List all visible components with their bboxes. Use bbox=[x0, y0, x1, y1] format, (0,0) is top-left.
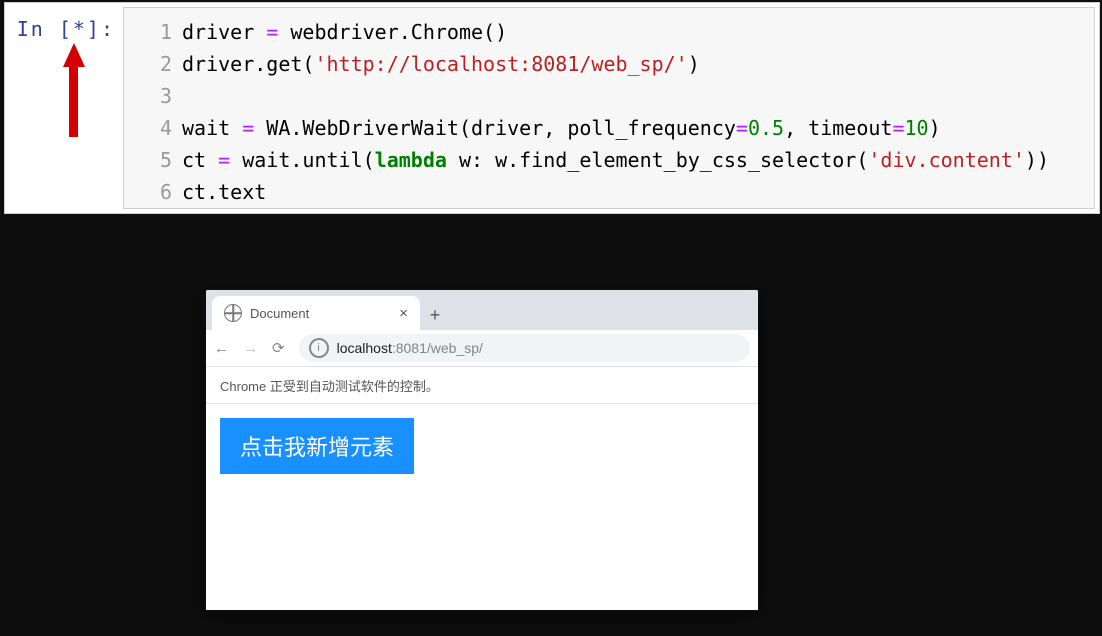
url-path: /web_sp/ bbox=[427, 340, 483, 356]
page-content: 点击我新增元素 bbox=[206, 404, 758, 488]
tab-title: Document bbox=[250, 306, 391, 321]
url-host: localhost bbox=[337, 340, 392, 356]
line-number: 4 bbox=[124, 112, 172, 144]
line-number: 6 bbox=[124, 176, 172, 208]
jupyter-code-cell: In [*]: 1 2 3 4 5 6 driver = webdriver.C… bbox=[4, 2, 1100, 214]
back-button[interactable]: ← bbox=[214, 340, 229, 357]
forward-button[interactable]: → bbox=[243, 340, 258, 357]
line-number: 2 bbox=[124, 48, 172, 80]
line-number-gutter: 1 2 3 4 5 6 bbox=[124, 8, 182, 208]
browser-toolbar: ← → ⟳ i localhost:8081/web_sp/ bbox=[206, 330, 758, 367]
browser-tab[interactable]: Document × bbox=[212, 296, 420, 330]
new-tab-button[interactable]: + bbox=[420, 300, 450, 330]
close-tab-button[interactable]: × bbox=[399, 305, 408, 322]
chrome-browser-window: Document × + ← → ⟳ i localhost:8081/web_… bbox=[206, 290, 758, 610]
line-number: 5 bbox=[124, 144, 172, 176]
cell-prompt: In [*]: bbox=[5, 3, 115, 41]
line-number: 3 bbox=[124, 80, 172, 112]
prompt-text: In [*]: bbox=[17, 17, 115, 41]
add-element-button[interactable]: 点击我新增元素 bbox=[220, 418, 414, 474]
automation-infobar: Chrome 正受到自动测试软件的控制。 bbox=[206, 367, 758, 404]
infobar-text: Chrome 正受到自动测试软件的控制。 bbox=[220, 376, 439, 395]
site-info-icon[interactable]: i bbox=[309, 338, 329, 358]
globe-icon bbox=[224, 304, 242, 322]
code-content[interactable]: driver = webdriver.Chrome() driver.get('… bbox=[182, 8, 1094, 208]
line-number: 1 bbox=[124, 16, 172, 48]
address-bar[interactable]: i localhost:8081/web_sp/ bbox=[299, 334, 750, 362]
tab-strip: Document × + bbox=[206, 290, 758, 330]
code-editor[interactable]: 1 2 3 4 5 6 driver = webdriver.Chrome() … bbox=[123, 7, 1095, 209]
reload-button[interactable]: ⟳ bbox=[272, 339, 285, 357]
url-port: :8081 bbox=[392, 340, 427, 356]
red-arrow-annotation bbox=[63, 43, 85, 137]
